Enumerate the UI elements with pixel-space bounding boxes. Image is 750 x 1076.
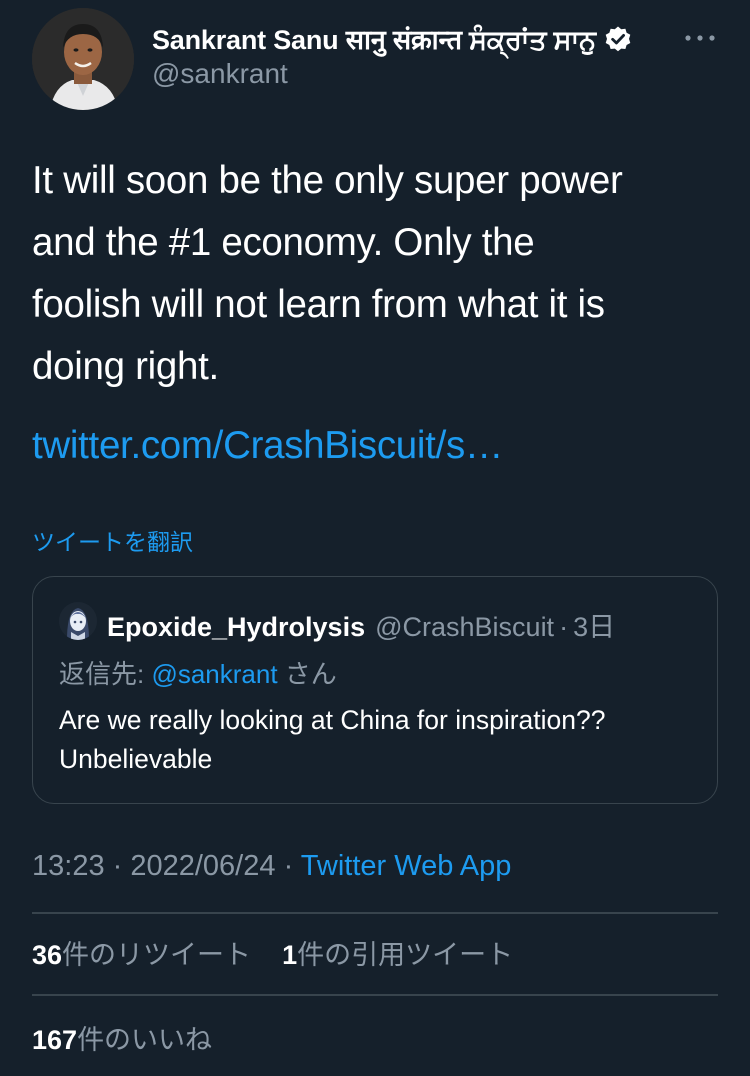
retweet-label: 件のリツイート [62,940,252,970]
author-display-name-row[interactable]: Sankrant Sanu सानु संक्रान्त ਸੰਕ੍ਰਾਂਤ ਸਾ… [152,20,632,57]
quoted-text-line: Are we really looking at China for inspi… [59,705,606,735]
tweet-source-link[interactable]: Twitter Web App [301,850,512,882]
profile-photo-icon [32,8,134,110]
verified-badge-icon [604,25,632,53]
meta-separator: · [104,850,131,882]
reply-mention-link[interactable]: @sankrant [151,659,277,689]
tweet-text-line: and the #1 economy. Only the [32,221,535,264]
quoted-header: Epoxide_Hydrolysis @CrashBiscuit · 3日 [107,605,615,644]
quoted-handle[interactable]: @CrashBiscuit [375,612,554,643]
author-handle[interactable]: @sankrant [152,58,288,90]
likes-stat[interactable]: 167件のいいね [32,1018,212,1057]
tweet-text-line: It will soon be the only super power [32,159,623,202]
quoted-author-avatar[interactable] [59,602,97,640]
reply-suffix: さん [277,659,337,689]
like-label: 件のいいね [77,1025,213,1055]
author-display-name[interactable]: Sankrant Sanu सानु संक्रान्त ਸੰਕ੍ਰਾਂਤ ਸਾ… [152,20,596,57]
anime-avatar-icon [59,602,97,640]
divider [32,912,718,914]
tweet-text-line: foolish will not learn from what it is [32,283,605,326]
tweet-text-line: doing right. [32,345,219,388]
quoted-text: Are we really looking at China for inspi… [59,701,709,779]
tweet-time[interactable]: 13:23 [32,850,105,882]
tweet-date[interactable]: 2022/06/24 [130,850,275,882]
quote-count: 1 [282,940,298,970]
quote-tweets-stat[interactable]: 1件の引用ツイート [282,940,513,970]
more-options-button[interactable] [680,24,720,52]
tweet-link[interactable]: twitter.com/CrashBiscuit/s… [32,415,503,477]
retweet-count: 36 [32,940,63,970]
divider [32,994,718,996]
quoted-separator: · [559,612,569,642]
tweet-meta: 13:23 · 2022/06/24 · Twitter Web App [32,850,511,883]
meta-separator: · [275,850,301,882]
quoted-text-line: Unbelievable [59,744,213,774]
tweet-text: It will soon be the only super power and… [32,150,722,398]
quoted-display-name[interactable]: Epoxide_Hydrolysis [107,612,365,643]
quoted-tweet-card[interactable]: Epoxide_Hydrolysis @CrashBiscuit · 3日 返信… [32,576,718,804]
more-horizontal-icon [685,35,715,41]
tweet-stats-row: 36件のリツイート 1件の引用ツイート [32,933,513,972]
quoted-time[interactable]: 3日 [573,605,615,644]
reply-prefix: 返信先: [59,659,152,689]
tweet-detail-page: Sankrant Sanu सानु संक्रान्त ਸੰਕ੍ਰਾਂਤ ਸਾ… [0,0,750,1076]
author-avatar[interactable] [32,8,134,110]
translate-tweet-link[interactable]: ツイートを翻訳 [32,523,193,557]
quoted-reply-context: 返信先: @sankrant さん [59,654,337,691]
retweets-stat[interactable]: 36件のリツイート [32,940,251,970]
like-count: 167 [32,1025,78,1055]
quote-label: 件の引用ツイート [297,940,514,970]
